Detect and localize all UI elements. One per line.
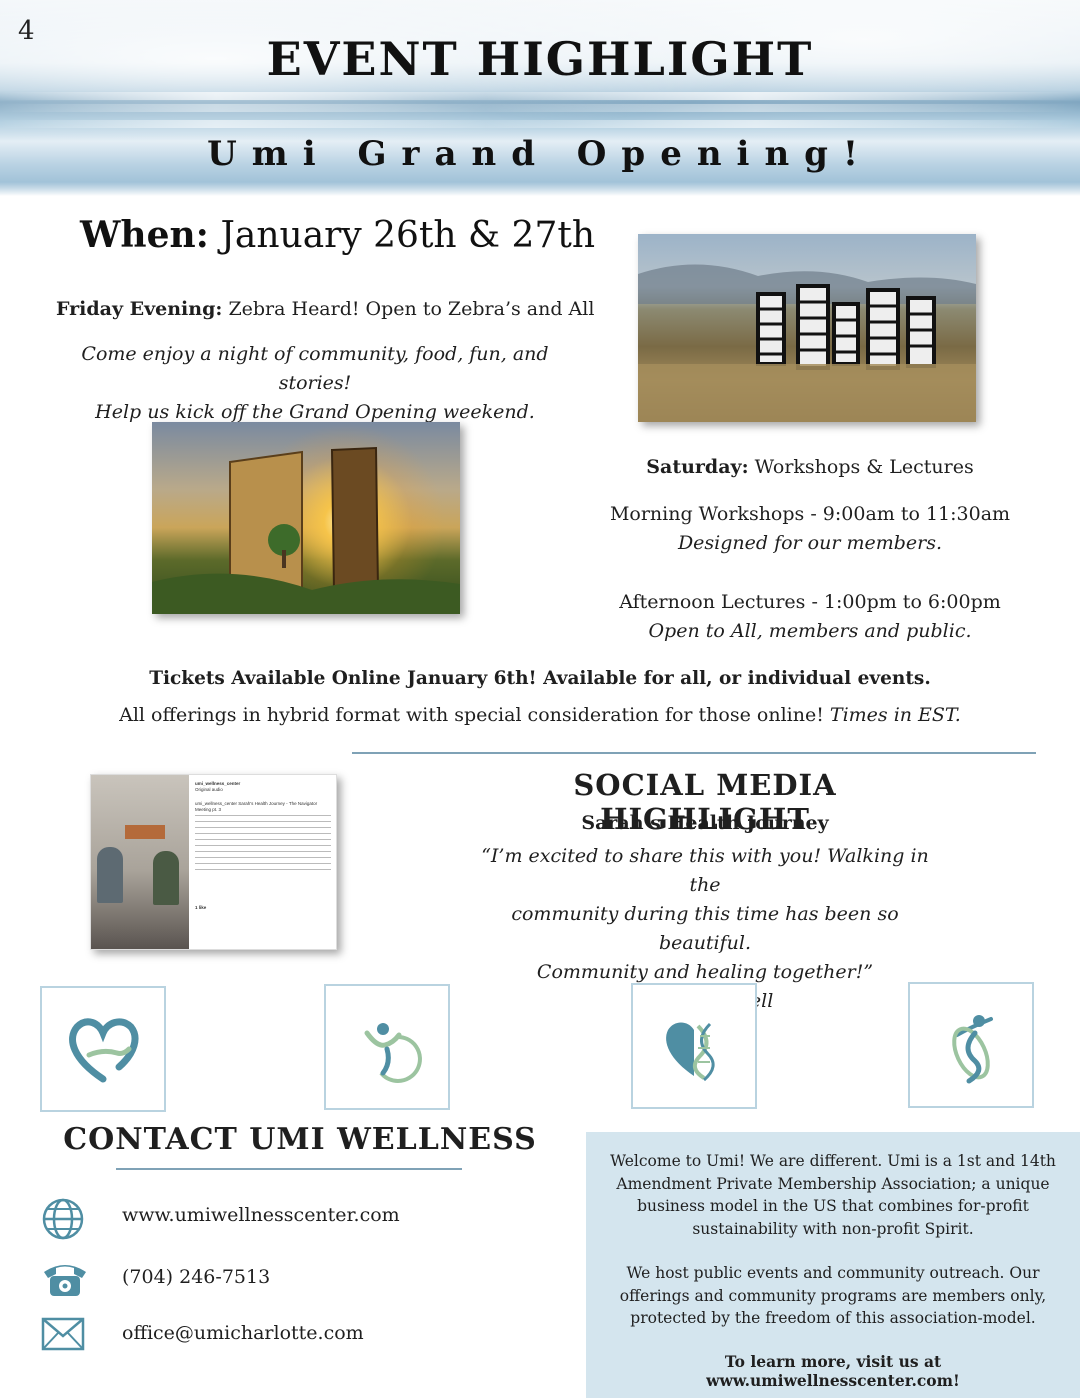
friday-text: Zebra Heard! Open to Zebra’s and All xyxy=(228,298,595,320)
contact-section-title: CONTACT UMI WELLNESS xyxy=(63,1122,537,1157)
phone-number[interactable]: (704) 246-7513 xyxy=(122,1266,270,1288)
dna-figure-icon xyxy=(952,1015,993,1084)
page-title: EVENT HIGHLIGHT xyxy=(266,32,814,86)
timezone-note: Times in EST. xyxy=(829,704,961,726)
event-subtitle: Umi Grand Opening! xyxy=(207,134,873,174)
friday-label: Friday Evening: xyxy=(56,298,223,320)
heart-hands-icon-tile xyxy=(40,986,166,1112)
person-figure xyxy=(97,847,123,903)
afternoon-time: Afternoon Lectures - 1:00pm to 6:00pm xyxy=(619,591,1001,613)
offerings-text: All offerings in hybrid format with spec… xyxy=(119,704,824,726)
saturday-text: Workshops & Lectures xyxy=(754,456,974,478)
social-post-title: Sarah’s Health Journey xyxy=(581,812,829,834)
book-illustration xyxy=(152,446,460,614)
globe-icon xyxy=(40,1196,86,1242)
when-value: January 26th & 27th xyxy=(220,215,596,256)
quote-line: “I’m excited to share this with you! Wal… xyxy=(481,845,929,896)
contact-divider xyxy=(116,1168,462,1170)
about-paragraph: Welcome to Umi! We are different. Umi is… xyxy=(610,1152,1056,1238)
post-likes: 1 like xyxy=(195,905,207,910)
post-text-panel: umi_wellness_center Original audio umi_w… xyxy=(195,781,331,911)
person-figure xyxy=(153,851,179,905)
email-link[interactable]: office@umicharlotte.com xyxy=(122,1322,364,1344)
friday-description: Come enjoy a night of community, food, f… xyxy=(50,340,580,427)
saturday-label: Saturday: xyxy=(646,456,749,478)
morning-workshops: Morning Workshops - 9:00am to 11:30am De… xyxy=(590,500,1030,558)
when-label: When: xyxy=(80,214,209,256)
zebra-illustration xyxy=(638,264,976,422)
heart-dna-icon xyxy=(666,1022,715,1082)
friday-desc-line: Come enjoy a night of community, food, f… xyxy=(81,343,549,394)
dna-figure-icon-tile xyxy=(908,982,1034,1108)
post-photo xyxy=(91,775,189,949)
zebra-herd-photo xyxy=(638,234,976,422)
wellness-figure-icon xyxy=(364,1023,422,1083)
instagram-post-screenshot: umi_wellness_center Original audio umi_w… xyxy=(90,774,337,950)
phone-icon xyxy=(40,1256,86,1302)
website-link[interactable]: www.umiwellnesscenter.com xyxy=(122,1204,400,1226)
friday-heading: Friday Evening: Zebra Heard! Open to Zeb… xyxy=(56,298,594,320)
quote-line: community during this time has been so b… xyxy=(511,903,899,954)
event-date: When: January 26th & 27th xyxy=(80,214,595,256)
open-book-landscape-photo xyxy=(152,422,460,614)
post-audio: Original audio xyxy=(195,787,223,792)
saturday-heading: Saturday: Workshops & Lectures xyxy=(590,456,1030,478)
heart-hands-icon xyxy=(69,1018,139,1083)
learn-more-cta: To learn more, visit us at www.umiwellne… xyxy=(706,1352,960,1390)
envelope-icon xyxy=(40,1316,86,1362)
wellness-figure-icon-tile xyxy=(324,984,450,1110)
post-body-lines xyxy=(195,815,331,875)
afternoon-note: Open to All, members and public. xyxy=(648,620,972,642)
tickets-notice: Tickets Available Online January 6th! Av… xyxy=(149,668,931,689)
morning-note: Designed for our members. xyxy=(677,532,943,554)
heart-dna-icon-tile xyxy=(631,983,757,1109)
morning-time: Morning Workshops - 9:00am to 11:30am xyxy=(609,503,1011,525)
post-caption: umi_wellness_center Sarah's Health Journ… xyxy=(195,801,318,812)
wall-art xyxy=(125,825,165,839)
afternoon-lectures: Afternoon Lectures - 1:00pm to 6:00pm Op… xyxy=(590,588,1030,646)
section-divider xyxy=(352,752,1036,754)
hybrid-format-notice: All offerings in hybrid format with spec… xyxy=(0,704,1080,726)
about-paragraph: We host public events and community outr… xyxy=(619,1264,1047,1327)
